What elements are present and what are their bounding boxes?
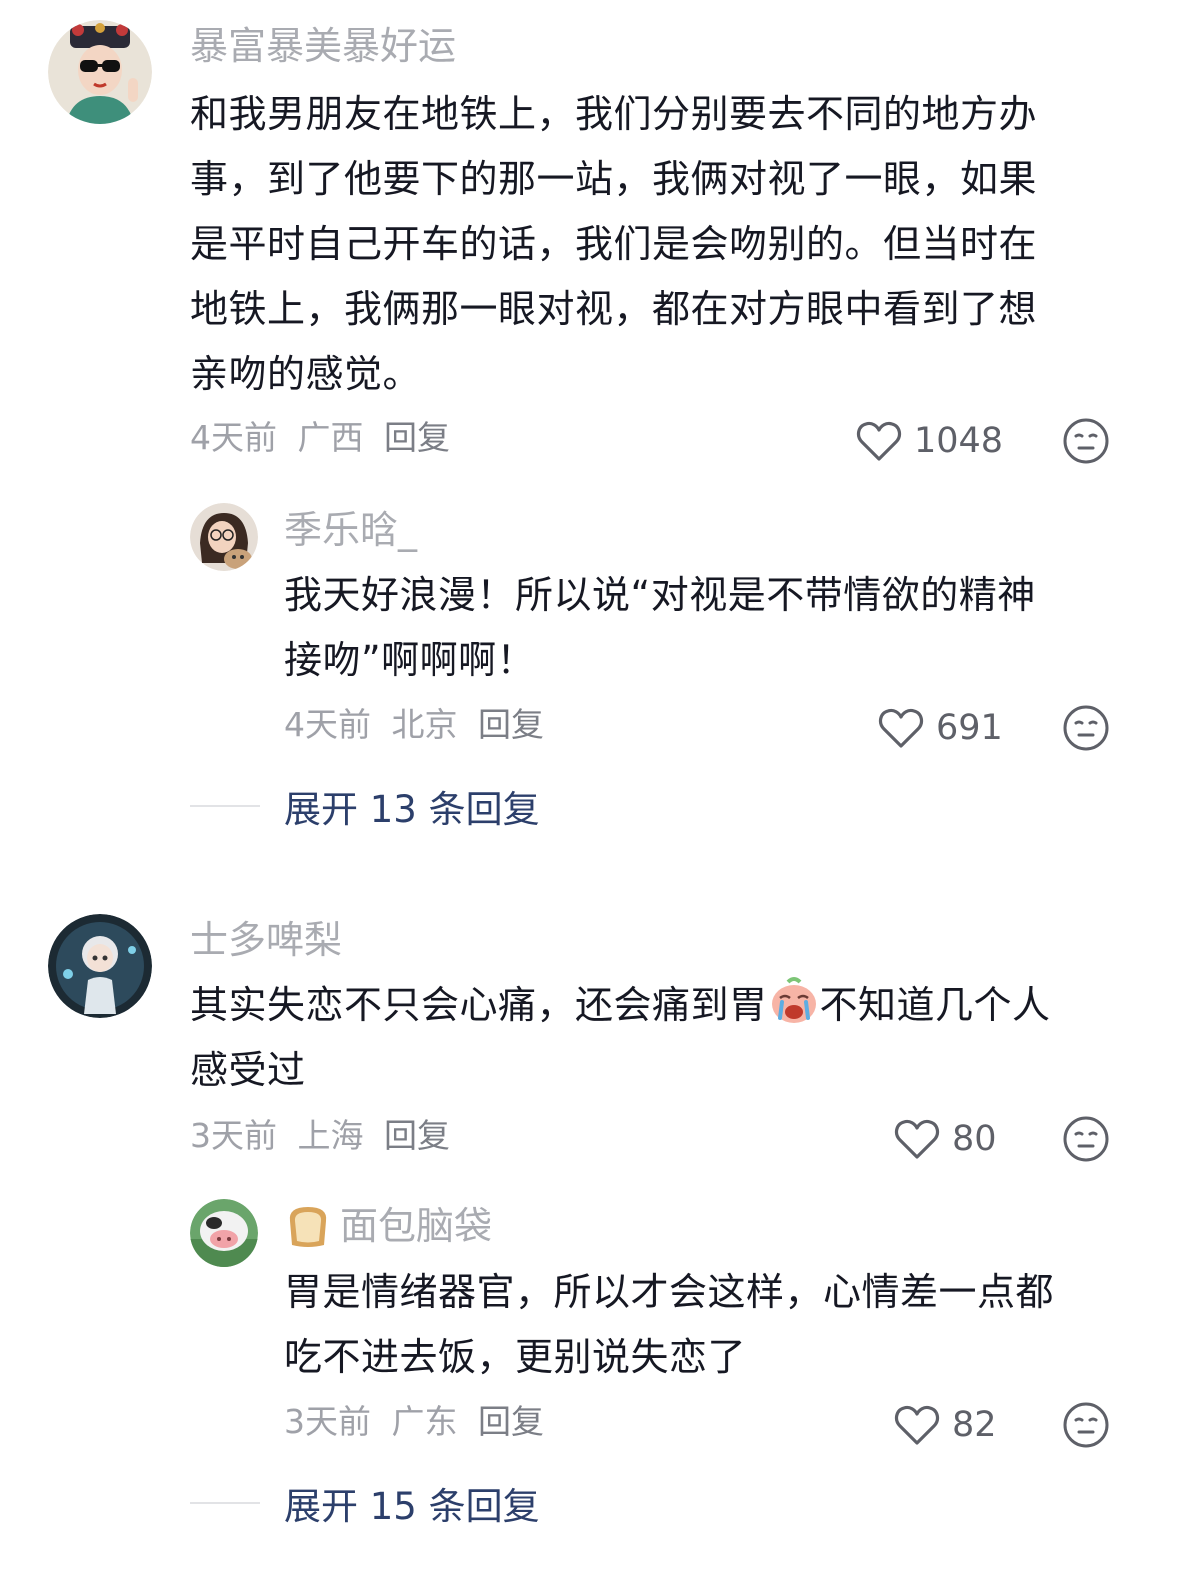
comment-text-line: 和我男朋友在地铁上，我们分别要去不同的地方办	[190, 92, 1038, 136]
comment-text-segment: 其实失恋不只会心痛，还会痛到胃	[190, 983, 768, 1027]
comment-meta: 3天前 广东 回复	[284, 1400, 554, 1444]
comment-text: 和我男朋友在地铁上，我们分别要去不同的地方办 事，到了他要下的那一站，我俩对视了…	[190, 82, 1110, 407]
like-count: 82	[952, 1405, 997, 1445]
expand-replies-label: 展开 13 条回复	[284, 788, 540, 831]
comment-text: 其实失恋不只会心痛，还会痛到胃 不知道几个人 感受过	[190, 973, 1130, 1103]
comment-text-line: 感受过	[190, 1048, 306, 1092]
crying-face-emoji	[771, 977, 816, 1023]
location: 上海	[297, 1116, 364, 1155]
location: 北京	[391, 705, 458, 744]
reply-button[interactable]: 回复	[384, 418, 450, 457]
heart-outline-icon	[856, 421, 902, 461]
username[interactable]: 暴富暴美暴好运	[190, 22, 456, 70]
comment-text-line: 胃是情绪器官，所以才会这样，心情差一点都	[284, 1270, 1055, 1314]
expand-replies-button[interactable]: 展开 13 条回复	[190, 781, 540, 831]
like-button[interactable]: 80	[894, 1114, 997, 1164]
location: 广西	[297, 418, 364, 457]
username-label: 面包脑袋	[340, 1204, 493, 1248]
neutral-face-icon[interactable]	[1062, 1115, 1110, 1163]
expand-replies-button[interactable]: 展开 15 条回复	[190, 1478, 540, 1528]
username[interactable]: 面包脑袋	[284, 1202, 492, 1250]
like-button[interactable]: 691	[878, 703, 1003, 753]
like-count: 691	[936, 708, 1003, 748]
avatar[interactable]	[48, 914, 152, 1018]
username[interactable]: 季乐晗_	[284, 506, 417, 554]
divider-line	[190, 1502, 260, 1504]
comment-1: 暴富暴美暴好运 和我男朋友在地铁上，我们分别要去不同的地方办 事，到了他要下的那…	[0, 0, 1179, 860]
reply-button[interactable]: 回复	[478, 1402, 544, 1441]
comment-text-line: 吃不进去饭，更别说失恋了	[284, 1335, 747, 1379]
username[interactable]: 士多啤梨	[190, 916, 342, 964]
like-count: 1048	[914, 421, 1004, 461]
reply-button[interactable]: 回复	[384, 1116, 450, 1155]
location: 广东	[391, 1402, 458, 1441]
comment-text-line: 其实失恋不只会心痛，还会痛到胃 不知道几个人	[190, 973, 1130, 1038]
bread-emoji	[289, 1207, 327, 1247]
comment-meta: 4天前 广西 回复	[190, 416, 460, 460]
timestamp: 4天前	[284, 705, 371, 744]
timestamp: 4天前	[190, 418, 277, 457]
neutral-face-icon[interactable]	[1062, 704, 1110, 752]
comment-meta: 3天前 上海 回复	[190, 1114, 460, 1158]
comment-text-line: 接吻”啊啊啊！	[284, 638, 536, 682]
avatar[interactable]	[48, 20, 152, 124]
comment-text-line: 事，到了他要下的那一站，我俩对视了一眼，如果	[190, 157, 1038, 201]
avatar[interactable]	[190, 1199, 258, 1267]
comment-text-line: 我天好浪漫！所以说“对视是不带情欲的精神	[284, 573, 1036, 617]
comment-text: 胃是情绪器官，所以才会这样，心情差一点都 吃不进去饭，更别说失恋了	[284, 1260, 1134, 1390]
expand-replies-label: 展开 15 条回复	[284, 1485, 540, 1528]
neutral-face-icon[interactable]	[1062, 417, 1110, 465]
comment-text: 我天好浪漫！所以说“对视是不带情欲的精神 接吻”啊啊啊！	[284, 563, 1124, 693]
reply-button[interactable]: 回复	[478, 705, 544, 744]
like-count: 80	[952, 1119, 997, 1159]
comment-meta: 4天前 北京 回复	[284, 703, 554, 747]
heart-outline-icon	[878, 708, 924, 748]
heart-outline-icon	[894, 1119, 940, 1159]
neutral-face-icon[interactable]	[1062, 1401, 1110, 1449]
avatar[interactable]	[190, 503, 258, 571]
like-button[interactable]: 82	[894, 1400, 997, 1450]
divider-line	[190, 805, 260, 807]
timestamp: 3天前	[284, 1402, 371, 1441]
heart-outline-icon	[894, 1405, 940, 1445]
comment-text-segment: 不知道几个人	[819, 983, 1051, 1027]
comment-text-line: 地铁上，我俩那一眼对视，都在对方眼中看到了想	[190, 287, 1038, 331]
like-button[interactable]: 1048	[856, 416, 1003, 466]
comment-text-line: 亲吻的感觉。	[190, 352, 422, 396]
timestamp: 3天前	[190, 1116, 277, 1155]
comment-text-line: 是平时自己开车的话，我们是会吻别的。但当时在	[190, 222, 1038, 266]
